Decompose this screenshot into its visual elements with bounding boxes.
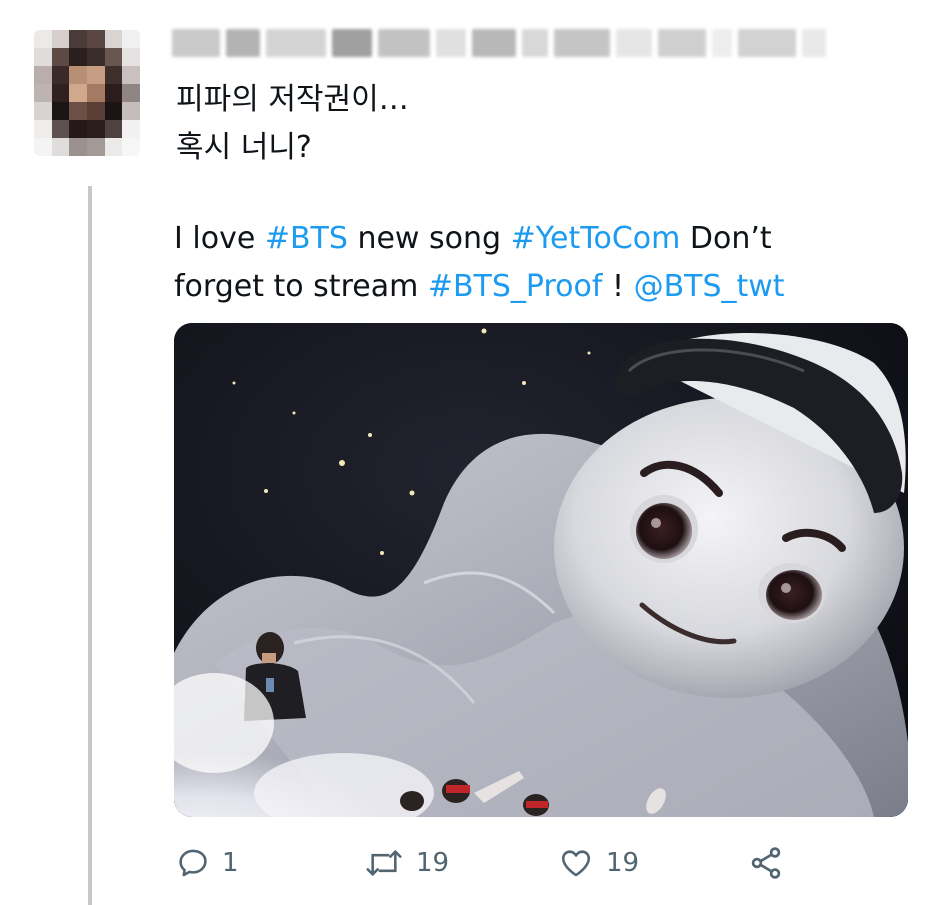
share-icon xyxy=(748,845,784,881)
reply-count: 1 xyxy=(222,848,239,878)
stadium-mascot-photo xyxy=(174,323,908,817)
quoted-tweet-text: I love #BTS new song #YetToCom Don’t for… xyxy=(174,215,894,311)
like-button[interactable]: 19 xyxy=(558,840,639,886)
tweet-text-segment: forget to stream xyxy=(174,269,428,304)
tweet-action-bar: 1 19 19 xyxy=(176,840,836,886)
retweet-icon xyxy=(364,846,404,880)
retweet-button[interactable]: 19 xyxy=(364,840,449,886)
tweet-text-segment: I love xyxy=(174,221,265,256)
author-name-redacted xyxy=(172,20,892,66)
share-button[interactable] xyxy=(748,840,784,886)
tweet-text-segment: new song xyxy=(347,221,511,256)
avatar-pixelation xyxy=(34,30,140,156)
reply-line-2: 혹시 너니? xyxy=(176,130,312,165)
tweet-media-image[interactable] xyxy=(174,323,908,817)
hashtag-yettocom-link[interactable]: #YetToCom xyxy=(511,221,681,256)
like-count: 19 xyxy=(606,848,640,878)
reply-button[interactable]: 1 xyxy=(176,840,239,886)
avatar[interactable] xyxy=(34,30,140,156)
hashtag-bts-proof-link[interactable]: #BTS_Proof xyxy=(428,269,603,304)
heart-icon xyxy=(558,846,594,880)
tweet-text-segment: ! xyxy=(602,269,634,304)
tweet-text-segment: Don’t xyxy=(680,221,772,256)
mention-bts-twt-link[interactable]: @BTS_twt xyxy=(634,269,785,304)
reply-text: 피파의 저작권이… 혹시 너니? xyxy=(176,76,409,172)
hashtag-bts-link[interactable]: #BTS xyxy=(265,221,348,256)
reply-icon xyxy=(176,846,210,880)
reply-line-1: 피파의 저작권이… xyxy=(176,82,409,117)
thread-connector-line xyxy=(88,186,92,905)
retweet-count: 19 xyxy=(416,848,450,878)
